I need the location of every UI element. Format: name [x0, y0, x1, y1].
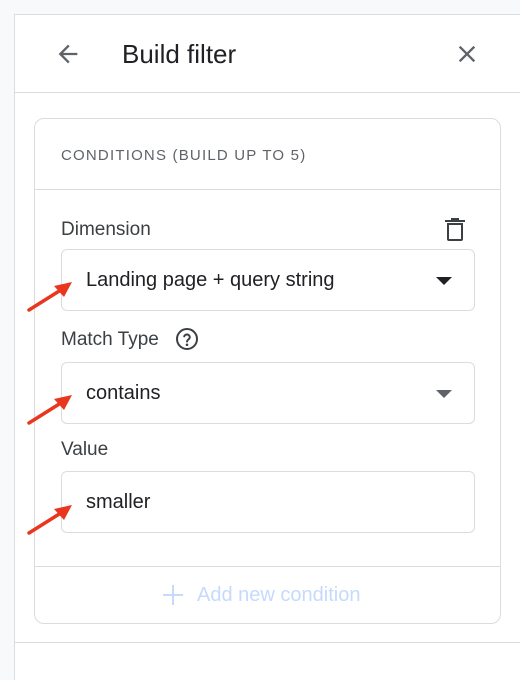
dimension-select-value: Landing page + query string	[86, 269, 335, 291]
back-button[interactable]	[51, 37, 85, 71]
chevron-down-icon	[436, 390, 452, 398]
add-new-condition-button[interactable]: Add new condition	[161, 583, 360, 607]
close-button[interactable]	[450, 37, 484, 71]
help-circle-icon[interactable]	[175, 327, 199, 351]
close-icon	[458, 45, 476, 63]
chevron-down-icon	[436, 277, 452, 285]
build-filter-panel: Build filter CONDITIONS (BUILD UP TO 5) …	[15, 14, 520, 680]
value-input[interactable]: smaller	[61, 471, 475, 533]
dimension-label: Dimension	[61, 219, 151, 240]
add-new-condition-label: Add new condition	[197, 583, 361, 606]
conditions-card-footer: Add new condition	[35, 566, 500, 624]
value-input-text: smaller	[86, 491, 151, 513]
plus-icon	[163, 585, 183, 605]
bottom-divider	[15, 642, 520, 643]
dimension-select[interactable]: Landing page + query string	[61, 249, 475, 311]
value-label: Value	[61, 439, 109, 460]
delete-condition-button[interactable]	[443, 215, 467, 243]
conditions-card-header: CONDITIONS (BUILD UP TO 5)	[35, 119, 500, 190]
page-title: Build filter	[122, 39, 237, 69]
conditions-heading: CONDITIONS (BUILD UP TO 5)	[61, 147, 307, 164]
match-type-label: Match Type	[61, 329, 159, 350]
match-type-select[interactable]: contains	[61, 362, 475, 424]
panel-header: Build filter	[15, 15, 520, 93]
trash-icon	[445, 218, 465, 241]
arrow-left-icon	[58, 44, 78, 64]
annotation-arrow-icon	[27, 505, 72, 535]
match-type-select-value: contains	[86, 382, 161, 404]
conditions-card: CONDITIONS (BUILD UP TO 5) Dimension Lan…	[34, 118, 501, 624]
annotation-arrow-icon	[27, 282, 72, 312]
annotation-arrow-icon	[27, 395, 72, 425]
